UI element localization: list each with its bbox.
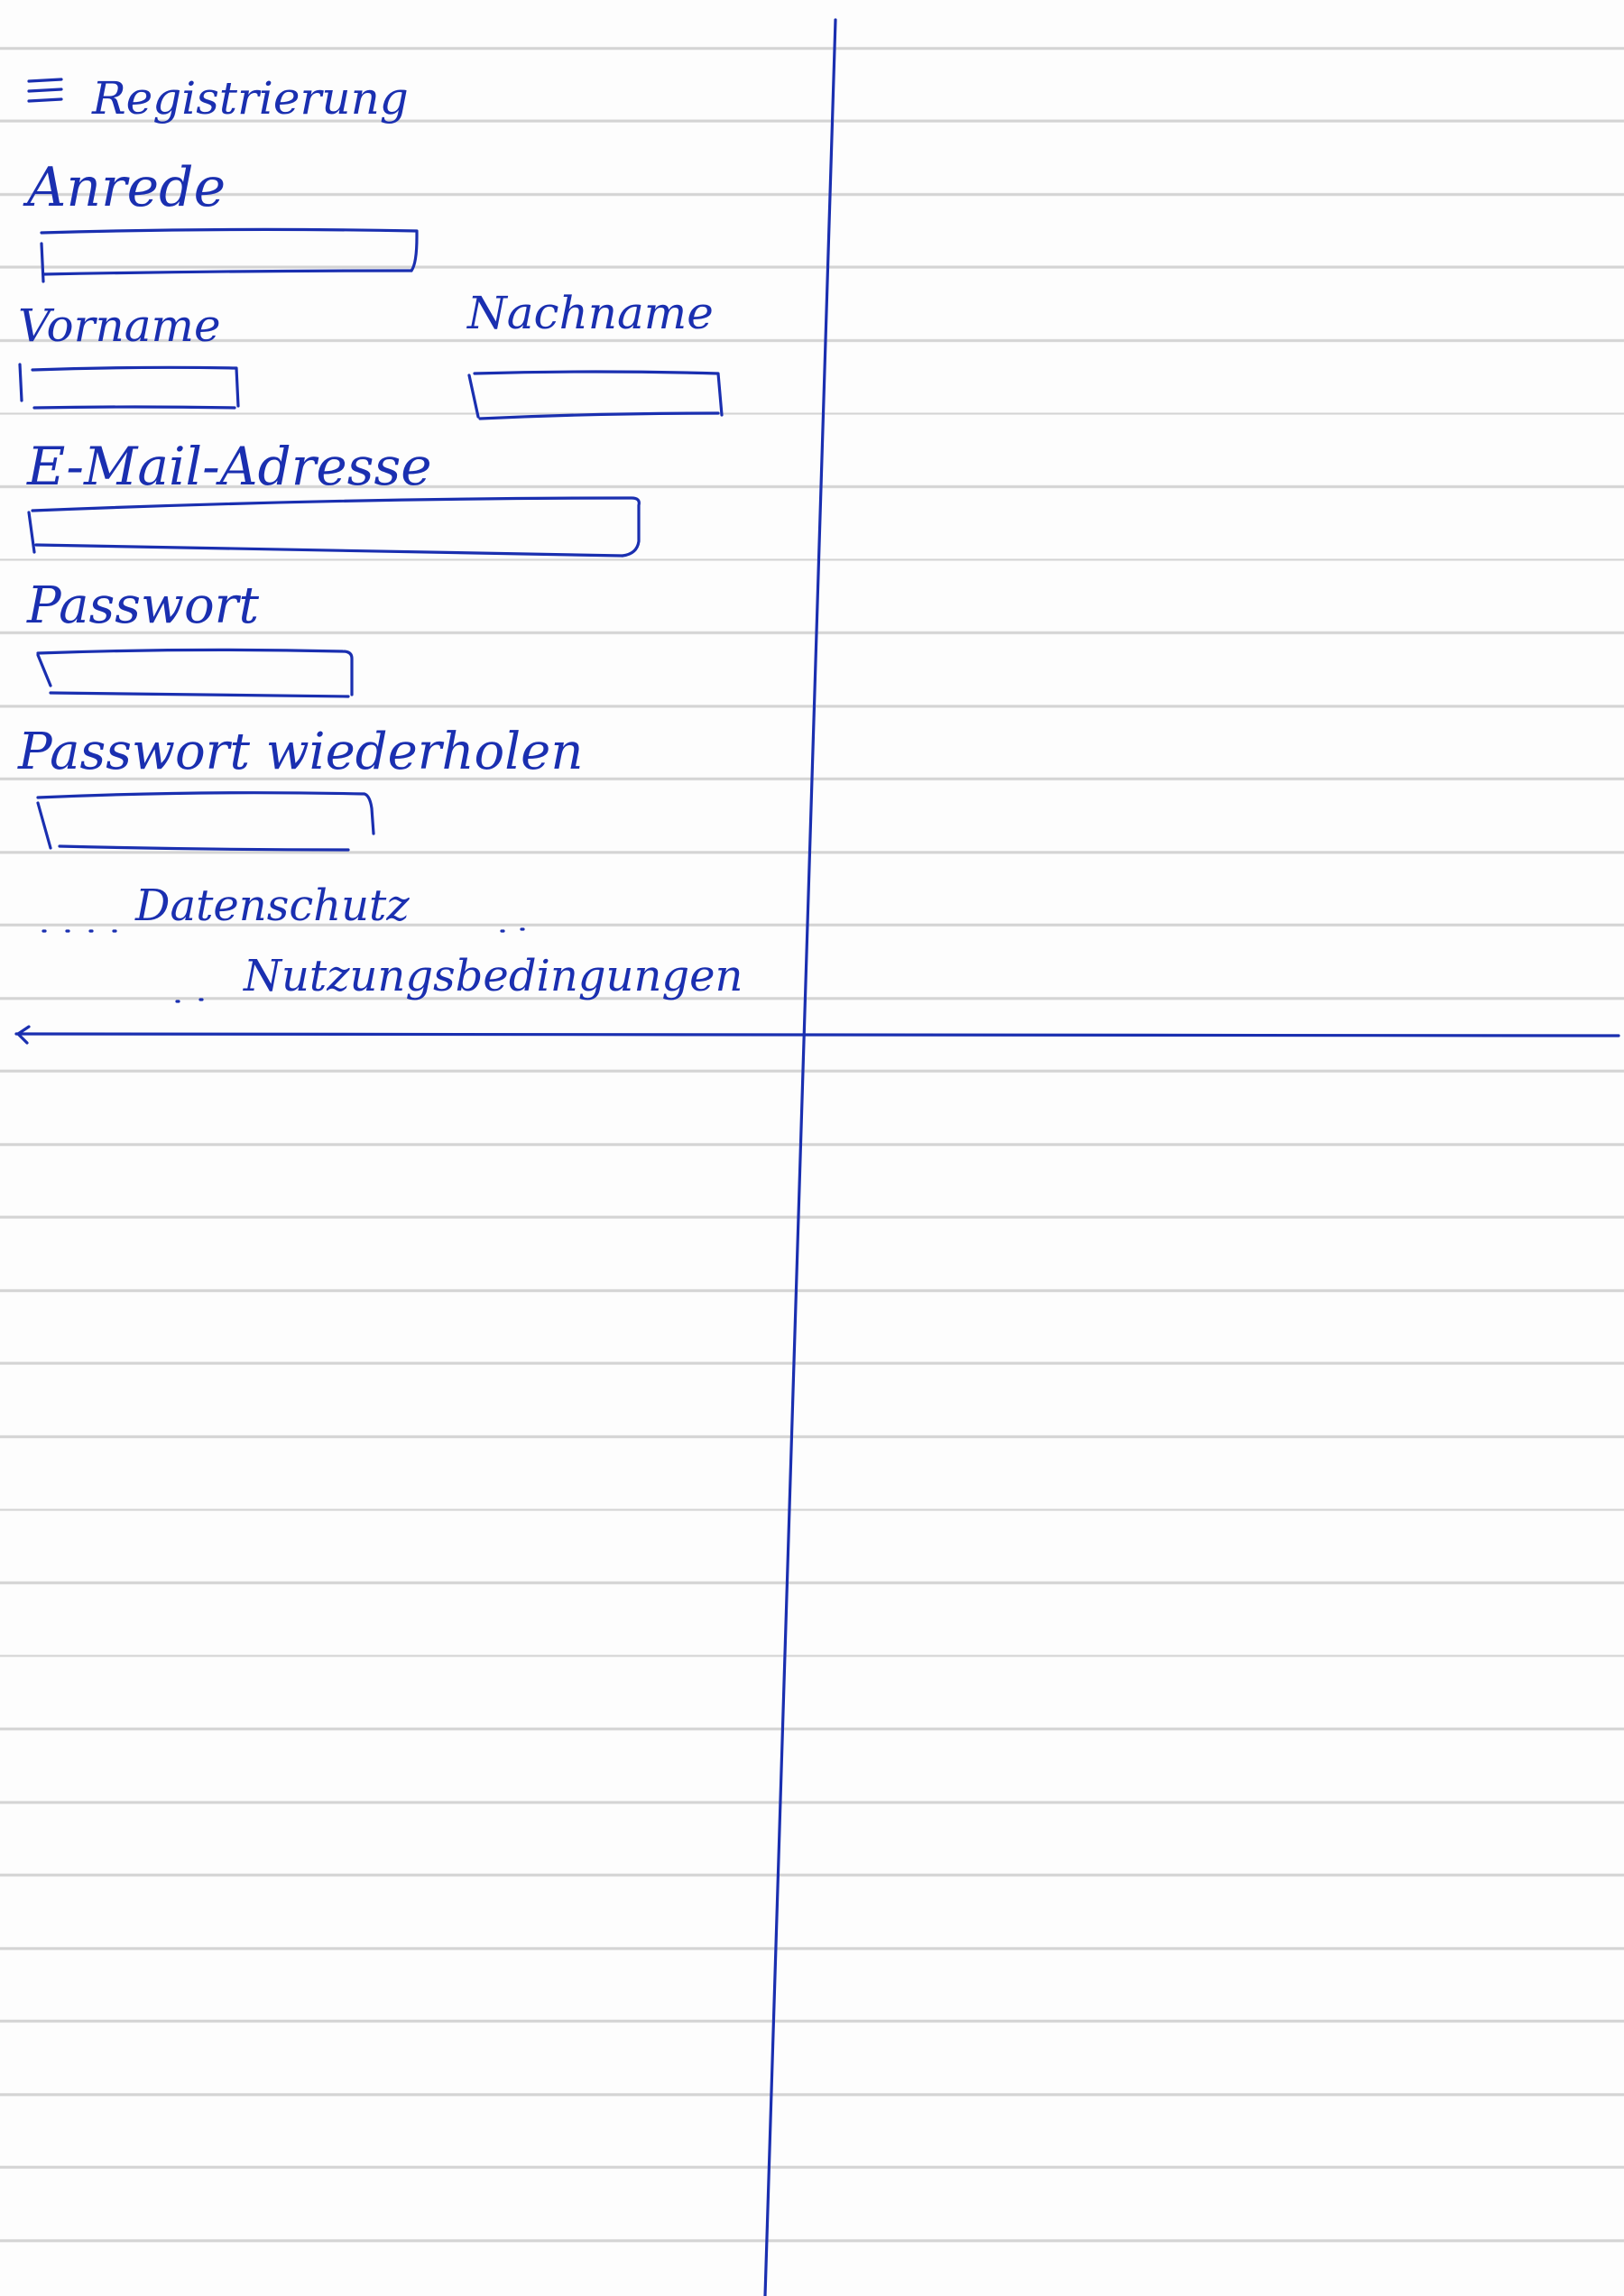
sketch-ink-layer — [14, 18, 1620, 2296]
email-input[interactable] — [27, 496, 641, 558]
password-repeat-input[interactable] — [36, 788, 375, 852]
password-input[interactable] — [36, 646, 354, 698]
first-name-input[interactable] — [18, 363, 240, 410]
salutation-label: Anrede — [27, 156, 226, 219]
horizontal-divider-line — [14, 1032, 1620, 1037]
last-name-label: Nachname — [467, 287, 714, 339]
salutation-input[interactable] — [40, 229, 419, 283]
page-title: Registrierung — [92, 72, 409, 124]
terms-link[interactable]: Nutzungsbedingungen — [244, 954, 743, 998]
first-name-label: Vorname — [18, 300, 221, 352]
password-label: Passwort — [27, 576, 259, 635]
privacy-link[interactable]: Datenschutz — [135, 884, 410, 927]
last-name-input[interactable] — [467, 370, 724, 420]
email-label: E-Mail-Adresse — [27, 436, 432, 497]
vertical-divider-line — [763, 18, 837, 2296]
hamburger-menu-icon[interactable] — [27, 78, 63, 103]
password-repeat-label: Passwort wiederholen — [18, 723, 584, 781]
